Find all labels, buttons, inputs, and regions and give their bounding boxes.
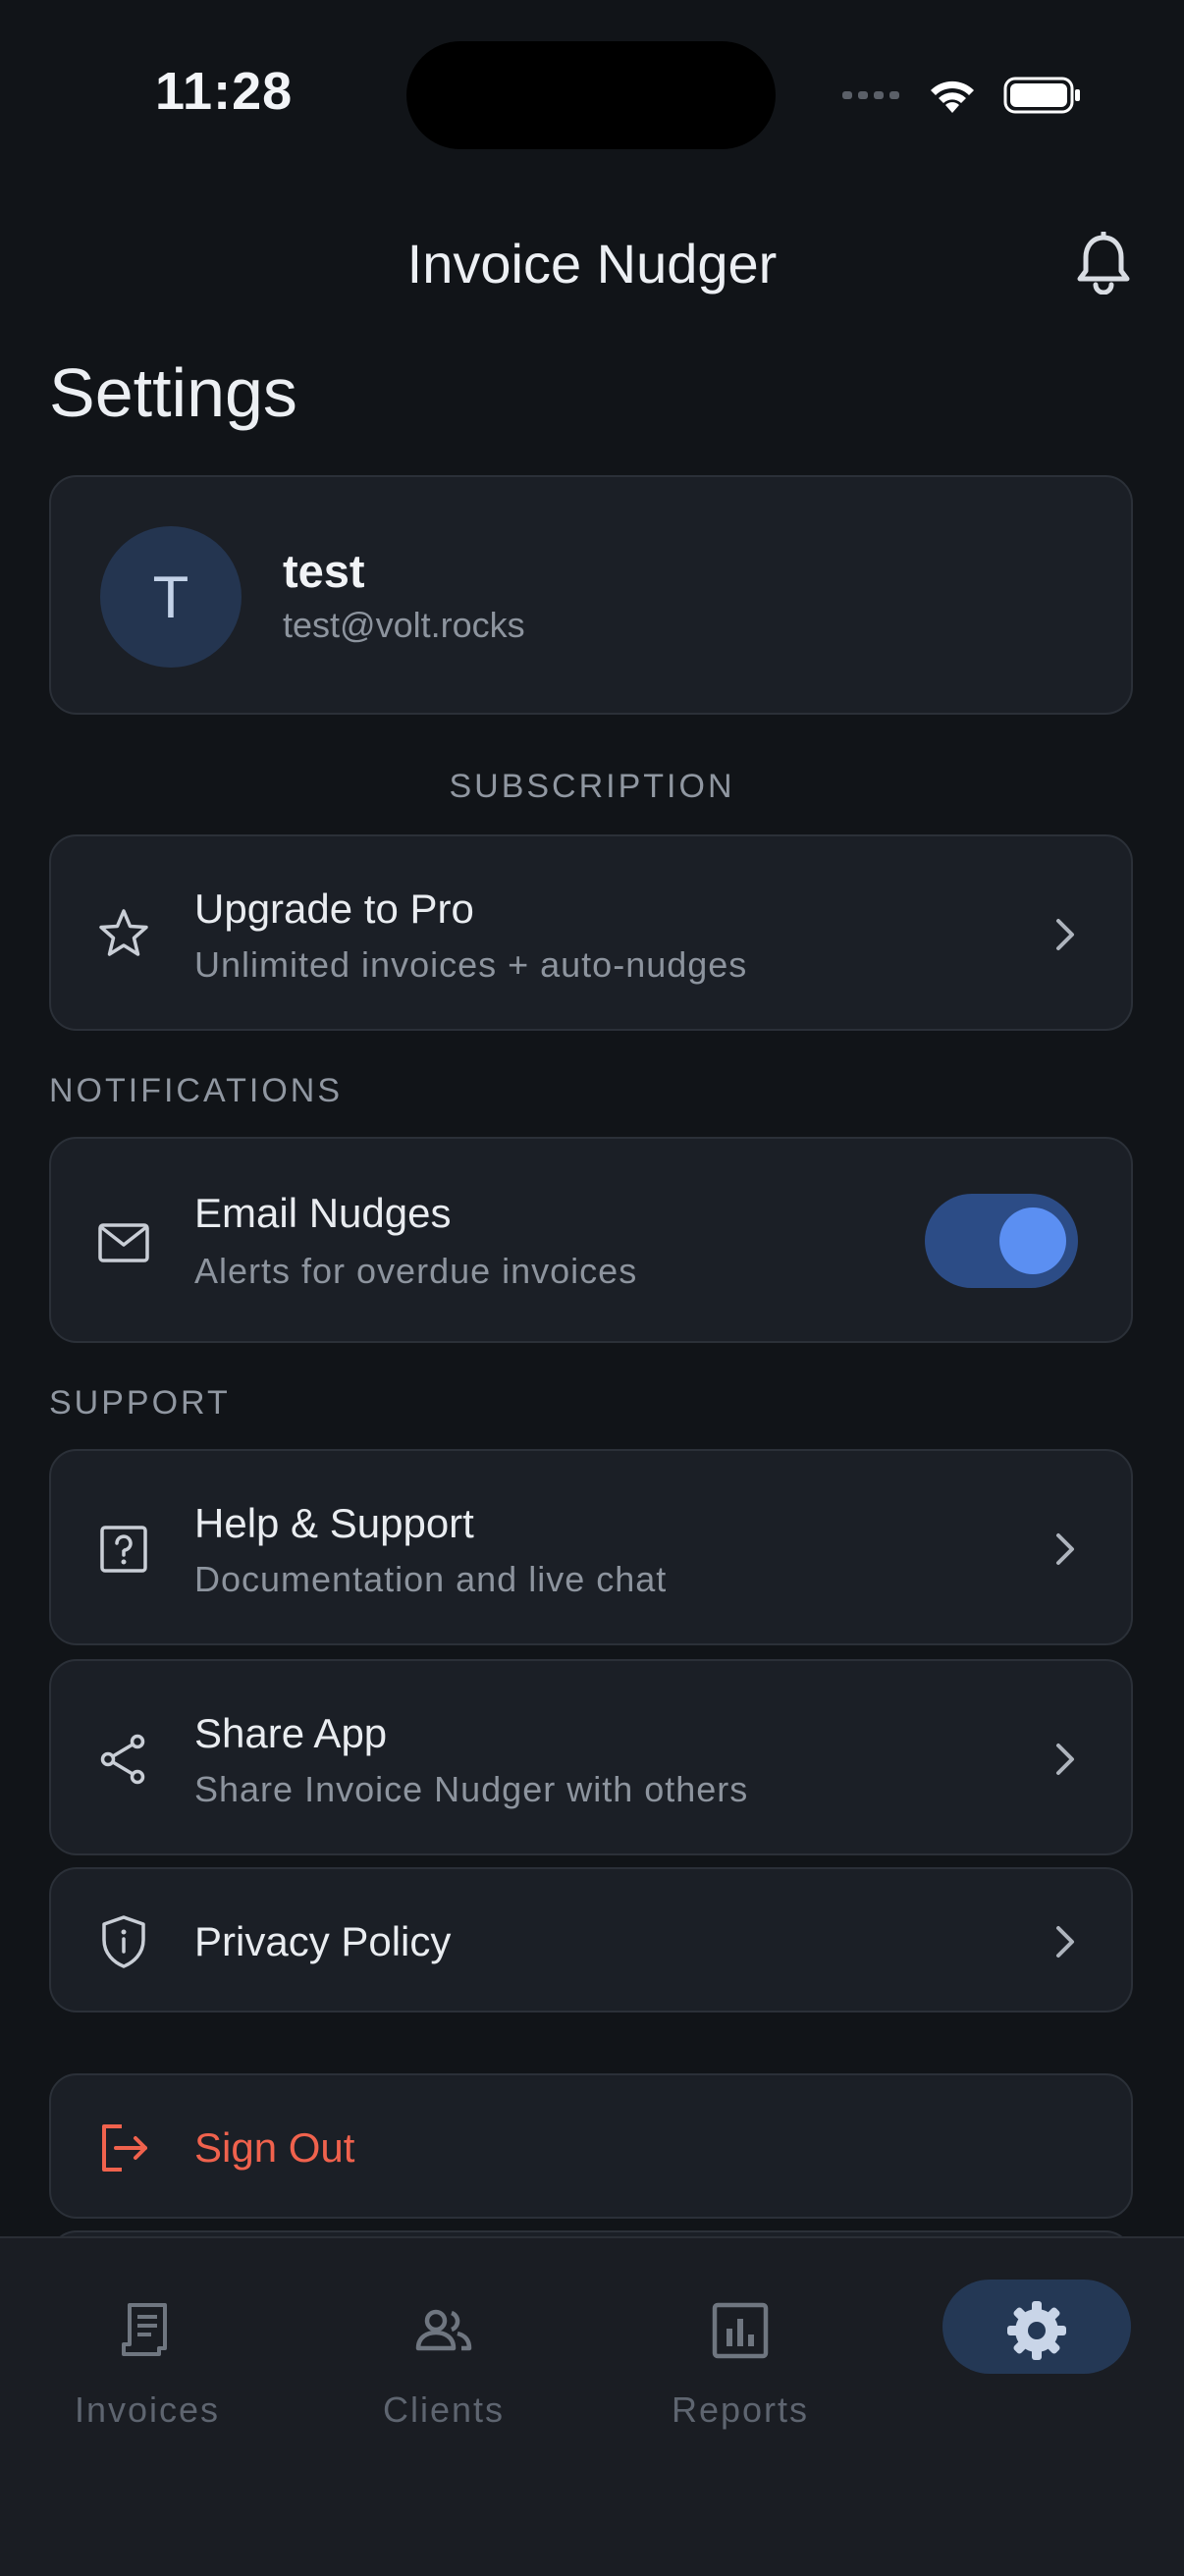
avatar: T [100, 526, 242, 668]
people-icon [415, 2309, 472, 2351]
upgrade-title: Upgrade to Pro [194, 886, 474, 932]
nav-label: Clients [382, 2389, 506, 2430]
chevron-right-icon [1056, 1926, 1074, 1958]
share-subtitle: Share Invoice Nudger with others [194, 1769, 749, 1809]
sign-out-button[interactable]: Sign Out [49, 2073, 1133, 2219]
chevron-right-icon [1056, 1744, 1074, 1775]
nav-clients[interactable]: Clients [296, 2238, 591, 2435]
section-notifications: NOTIFICATIONS [49, 1072, 344, 1109]
gear-icon [1007, 2301, 1066, 2360]
status-icons [842, 73, 1082, 118]
profile-name: test [283, 545, 365, 597]
bottom-nav: Invoices Clients Reports [0, 2236, 1184, 2576]
help-support-row[interactable]: Help & Support Documentation and live ch… [49, 1449, 1133, 1645]
chevron-right-icon [1056, 1533, 1074, 1565]
section-support: SUPPORT [49, 1384, 231, 1422]
email-nudges-toggle[interactable] [925, 1194, 1078, 1288]
help-icon [100, 1526, 147, 1573]
privacy-policy-row[interactable]: Privacy Policy [49, 1867, 1133, 2012]
upgrade-subtitle: Unlimited invoices + auto-nudges [194, 944, 748, 985]
signal-icon [842, 91, 899, 99]
bell-icon[interactable] [1074, 232, 1133, 295]
nav-invoices[interactable]: Invoices [0, 2238, 295, 2435]
shield-icon [102, 1915, 145, 1968]
battery-icon [1003, 77, 1080, 114]
share-app-row[interactable]: Share App Share Invoice Nudger with othe… [49, 1659, 1133, 1855]
profile-card[interactable]: T test test@volt.rocks [49, 475, 1133, 715]
upgrade-to-pro-row[interactable]: Upgrade to Pro Unlimited invoices + auto… [49, 834, 1133, 1031]
email-nudges-row: Email Nudges Alerts for overdue invoices [49, 1137, 1133, 1343]
app-title: Invoice Nudger [406, 233, 778, 295]
wifi-icon [931, 80, 974, 113]
dynamic-island [406, 41, 776, 149]
star-icon [99, 909, 148, 956]
logout-icon [102, 2124, 147, 2172]
nav-label: Reports [671, 2389, 810, 2430]
mail-icon [98, 1223, 149, 1262]
status-time: 11:28 [155, 62, 294, 121]
chevron-right-icon [1056, 919, 1074, 950]
toggle-knob [999, 1208, 1066, 1274]
share-icon [100, 1734, 145, 1785]
profile-email: test@volt.rocks [283, 605, 525, 645]
receipt-icon [122, 2303, 167, 2356]
nav-label: Invoices [74, 2389, 221, 2430]
help-title: Help & Support [194, 1500, 474, 1546]
nav-settings[interactable] [889, 2238, 1184, 2435]
section-subscription: SUBSCRIPTION [449, 768, 735, 805]
chart-icon [712, 2302, 769, 2359]
privacy-title: Privacy Policy [194, 1918, 452, 1964]
email-nudges-subtitle: Alerts for overdue invoices [194, 1251, 638, 1291]
email-nudges-title: Email Nudges [194, 1190, 452, 1236]
help-subtitle: Documentation and live chat [194, 1559, 668, 1599]
page-title: Settings [49, 354, 297, 431]
sign-out-label: Sign Out [194, 2124, 355, 2171]
nav-reports[interactable]: Reports [593, 2238, 888, 2435]
share-title: Share App [194, 1710, 388, 1756]
